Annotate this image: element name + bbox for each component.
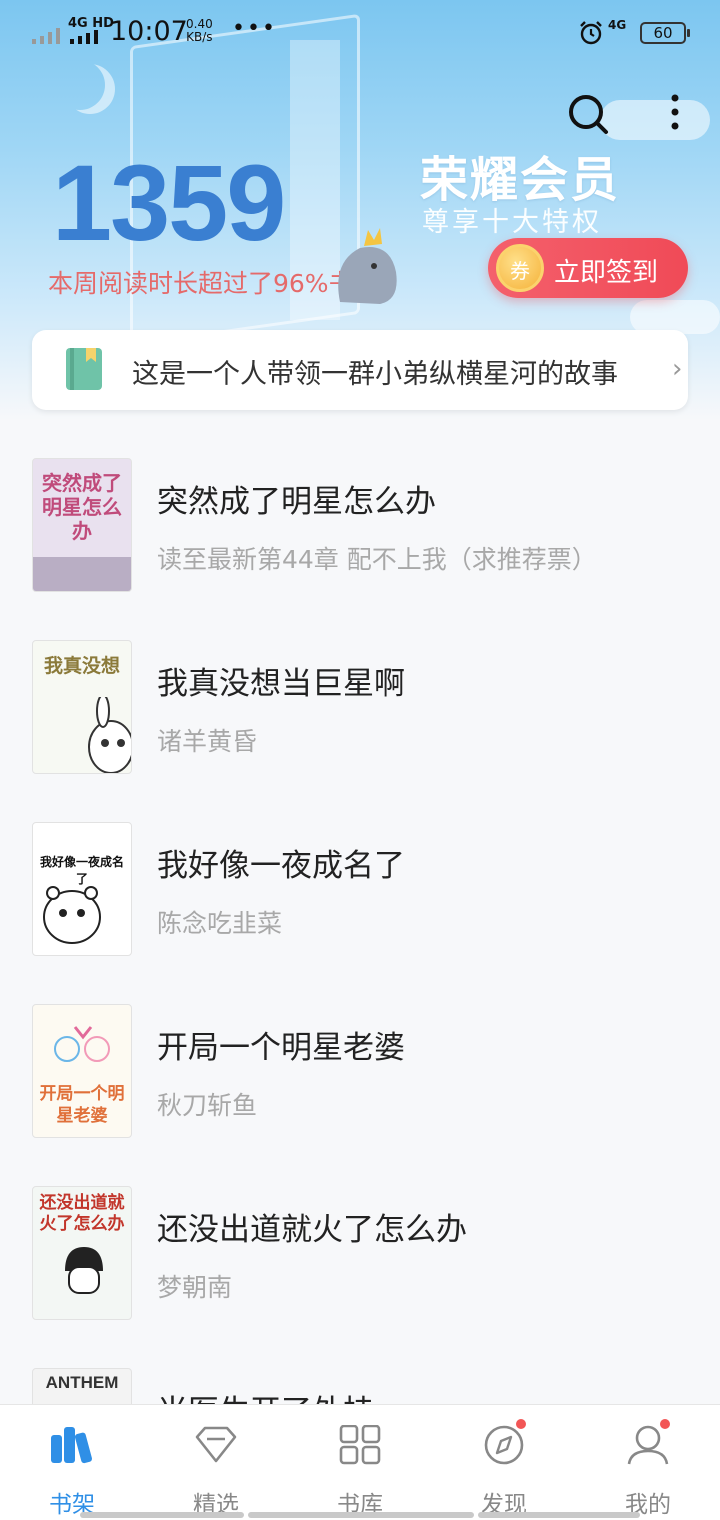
cover-title: 突然成了明星怎么办 (42, 471, 122, 543)
alarm-icon (580, 21, 602, 45)
gesture-bar (478, 1512, 640, 1518)
book-item[interactable]: 我真没想 我真没想当巨星啊 诸羊黄昏 (0, 612, 720, 794)
status-bar: 4G HD 10:07 0.40 KB/s ••• 4G 60 (0, 0, 720, 64)
cover-title: 我真没想 (43, 655, 120, 677)
vip-subtitle[interactable]: 尊享十大特权 (422, 200, 602, 239)
moon-decoration (55, 60, 105, 110)
cover-art (43, 886, 101, 944)
battery-indicator: 60 (640, 22, 690, 44)
sign-in-label: 立即签到 (554, 258, 659, 288)
tab-bookshelf[interactable]: 书架 (0, 1405, 144, 1520)
book-item[interactable]: 我好像一夜成名了 我好像一夜成名了 陈念吃韭菜 (0, 794, 720, 976)
gesture-bar (248, 1512, 474, 1518)
tab-featured[interactable]: 精选 (144, 1405, 288, 1520)
book-title: 我真没想当巨星啊 (157, 666, 405, 702)
cover-title: 开局一个明星老婆 (39, 1084, 125, 1126)
gesture-bar (80, 1512, 244, 1518)
book-author: 秋刀斩鱼 (157, 1091, 258, 1120)
recommendation-banner[interactable]: 这是一个人带领一群小弟纵横星河的故事 › (32, 330, 688, 410)
notification-badge (514, 1417, 528, 1431)
book-title: 还没出道就火了怎么办 (157, 1212, 467, 1248)
cover-art (54, 1026, 110, 1062)
tab-discover[interactable]: 发现 (432, 1405, 576, 1520)
book-item[interactable]: 开局一个明星老婆 开局一个明星老婆 秋刀斩鱼 (0, 976, 720, 1158)
clock: 10:07 (110, 16, 188, 47)
book-title: 开局一个明星老婆 (157, 1030, 405, 1066)
cover-title: ANTHEM (45, 1373, 119, 1392)
mascot-icon (338, 228, 397, 304)
cover-title: 还没出道就火了怎么办 (39, 1193, 125, 1234)
more-vertical-icon[interactable] (660, 92, 690, 136)
book-title: 我好像一夜成名了 (157, 848, 405, 884)
compass-icon (484, 1425, 524, 1465)
coupon-icon: 券 (496, 244, 544, 292)
book-cover[interactable]: 我好像一夜成名了 (32, 822, 132, 956)
book-cover[interactable]: 还没出道就火了怎么办 (32, 1186, 132, 1320)
book-cover[interactable]: 我真没想 (32, 640, 132, 774)
recommendation-text: 这是一个人带领一群小弟纵横星河的故事 (132, 359, 618, 390)
cloud-decoration (630, 300, 720, 334)
tab-profile[interactable]: 我的 (576, 1405, 720, 1520)
book-author: 梦朝南 (157, 1273, 233, 1302)
book-progress: 读至最新第44章 配不上我（求推荐票） (157, 545, 597, 574)
user-icon (627, 1425, 669, 1465)
book-cover[interactable]: 突然成了明星怎么办 (32, 458, 132, 592)
reading-rank-text: 本周阅读时长超过了96%书友 (48, 269, 379, 298)
cover-art (65, 1247, 103, 1294)
network-type-2: 4G (608, 18, 627, 32)
book-item[interactable]: 突然成了明星怎么办 突然成了明星怎么办 读至最新第44章 配不上我（求推荐票） (0, 430, 720, 612)
chevron-right-icon: › (672, 354, 683, 384)
grid-icon (339, 1425, 381, 1465)
book-title: 突然成了明星怎么办 (157, 484, 436, 520)
net-speed-value: 0.40 (186, 17, 213, 31)
signal-icon (32, 28, 60, 44)
notification-badge (658, 1417, 672, 1431)
cloud-decoration (600, 100, 710, 140)
book-cover[interactable]: 开局一个明星老婆 (32, 1004, 132, 1138)
book-icon (66, 348, 102, 390)
cover-art (33, 557, 131, 591)
net-speed: 0.40 KB/s (186, 18, 213, 44)
sign-in-button[interactable]: 券 立即签到 (488, 238, 688, 298)
weekly-reading-minutes: 1359 (52, 142, 286, 263)
search-icon[interactable] (566, 92, 610, 136)
cover-art (88, 697, 131, 773)
book-item[interactable]: 还没出道就火了怎么办 还没出道就火了怎么办 梦朝南 (0, 1158, 720, 1340)
diamond-icon (195, 1426, 237, 1463)
net-speed-unit: KB/s (186, 30, 213, 44)
book-author: 陈念吃韭菜 (157, 909, 283, 938)
signal-icon (70, 30, 98, 44)
book-author: 诸羊黄昏 (157, 727, 258, 756)
more-notifications: ••• (232, 16, 277, 41)
bottom-tab-bar: 书架 精选 书库 发现 我的 (0, 1404, 720, 1520)
tab-library[interactable]: 书库 (288, 1405, 432, 1520)
network-type: 4G HD (68, 16, 114, 31)
bookshelf-icon (51, 1427, 93, 1464)
